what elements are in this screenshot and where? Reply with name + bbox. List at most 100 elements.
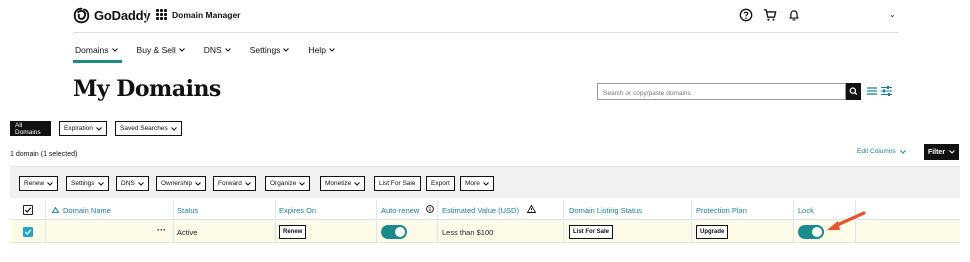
renew-action[interactable]: Renew — [19, 176, 59, 191]
export-action[interactable]: Export — [426, 176, 455, 191]
upgrade-button-label: Upgrade — [700, 229, 725, 235]
column-protection-plan[interactable]: Protection Plan — [696, 206, 747, 215]
expiration-filter[interactable]: Expiration — [59, 121, 107, 136]
column-lock[interactable]: Lock — [798, 206, 814, 215]
list-for-sale-button[interactable]: List For Sale — [569, 225, 614, 239]
column-divider — [563, 200, 564, 219]
chevron-down-icon — [329, 48, 335, 52]
godaddy-logo[interactable]: GoDaddy — [73, 7, 151, 24]
action-label: Settings — [71, 180, 95, 187]
chevron-down-icon — [244, 181, 251, 186]
chevron-down-icon — [178, 48, 185, 52]
help-icon[interactable] — [739, 8, 753, 22]
chevron-down-icon — [949, 150, 955, 154]
edit-columns-link[interactable]: Edit Columns — [857, 148, 906, 155]
apps-grid-icon[interactable] — [156, 9, 167, 20]
action-label: Renew — [24, 180, 45, 187]
column-divider — [275, 221, 276, 242]
app-title: Domain Manager — [172, 10, 241, 20]
check-icon — [24, 229, 32, 235]
bell-icon[interactable] — [787, 8, 801, 22]
chevron-down-icon — [97, 181, 104, 186]
column-divider — [173, 200, 174, 219]
select-all-checkbox[interactable] — [23, 205, 33, 215]
info-icon[interactable] — [426, 205, 434, 213]
nav-dns[interactable]: DNS — [204, 43, 231, 57]
filter-label: All Domains — [15, 121, 41, 136]
column-divider — [437, 221, 438, 242]
chevron-down-icon — [354, 181, 361, 186]
settings-sliders-icon[interactable] — [881, 86, 892, 96]
more-options-icon[interactable]: ··· — [157, 225, 166, 235]
column-divider — [45, 200, 46, 219]
nav-help[interactable]: Help — [308, 43, 335, 57]
chevron-down-icon — [96, 126, 102, 131]
nav-label: Domains — [75, 45, 109, 55]
column-divider — [376, 221, 377, 242]
action-label: Monetize — [325, 180, 352, 187]
action-label: More — [465, 180, 480, 187]
column-divider — [45, 221, 46, 242]
action-label: Organize — [270, 180, 297, 187]
dns-action[interactable]: DNS — [116, 176, 149, 191]
list-view-icon[interactable] — [867, 87, 877, 95]
column-divider — [437, 200, 438, 219]
estimated-value: Less than $100 — [442, 228, 494, 237]
list-for-sale-label: List For Sale — [573, 229, 610, 235]
nav-settings[interactable]: Settings — [250, 43, 290, 57]
header-divider — [73, 32, 898, 33]
filter-button[interactable]: Filter — [924, 144, 959, 160]
status-value: Active — [177, 228, 198, 237]
sort-icon[interactable] — [52, 207, 59, 213]
chevron-down-icon — [170, 126, 177, 131]
top-bar: GoDaddy Domain Manager ⌄ — [0, 0, 970, 32]
divider — [146, 9, 147, 22]
nav-label: Settings — [249, 45, 281, 55]
saved-searches-filter[interactable]: Saved Searches — [115, 121, 182, 136]
godaddy-logo-icon — [73, 7, 90, 24]
lock-toggle[interactable] — [798, 225, 824, 239]
nav-label: Help — [308, 45, 326, 55]
upgrade-button[interactable]: Upgrade — [696, 225, 729, 239]
organize-action[interactable]: Organize — [265, 176, 311, 191]
settings-action[interactable]: Settings — [66, 176, 109, 191]
chevron-down-icon — [111, 48, 118, 52]
forward-action[interactable]: Forward — [213, 176, 256, 191]
cart-icon[interactable] — [763, 8, 777, 22]
brand-name: GoDaddy — [94, 8, 151, 23]
more-action[interactable]: More — [460, 176, 494, 191]
action-label: Forward — [218, 180, 242, 187]
nav-label: Buy & Sell — [136, 45, 176, 55]
column-divider — [793, 221, 794, 242]
warning-icon[interactable] — [527, 205, 536, 213]
chevron-down-icon — [283, 48, 290, 52]
column-status[interactable]: Status — [177, 206, 198, 215]
column-estimated-value[interactable]: Estimated Value (USD) — [442, 206, 519, 215]
action-label: Ownership — [161, 180, 193, 187]
list-for-sale-action[interactable]: List For Sale — [374, 176, 421, 191]
column-auto-renew[interactable]: Auto-renew — [381, 206, 419, 215]
nav-label: DNS — [203, 45, 222, 55]
column-expires-on[interactable]: Expires On — [279, 206, 316, 215]
chevron-down-icon — [137, 181, 144, 186]
chevron-down-icon — [224, 48, 231, 52]
action-label: DNS — [121, 180, 135, 187]
all-domains-filter[interactable]: All Domains — [10, 121, 51, 136]
table-header: Domain Name Status Expires On Auto-renew… — [10, 200, 960, 220]
auto-renew-toggle[interactable] — [381, 225, 407, 239]
nav-domains[interactable]: Domains — [75, 43, 118, 57]
search-input[interactable] — [597, 83, 846, 100]
row-checkbox[interactable] — [23, 227, 33, 237]
nav-buy-sell[interactable]: Buy & Sell — [137, 43, 185, 57]
main-nav: Domains Buy & Sell DNS Settings Help — [75, 43, 354, 57]
account-chevron-down-icon[interactable]: ⌄ — [889, 10, 896, 19]
search-button[interactable] — [846, 83, 861, 100]
annotation-arrow-icon — [827, 211, 866, 230]
monetize-action[interactable]: Monetize — [320, 176, 366, 191]
ownership-action[interactable]: Ownership — [156, 176, 207, 191]
table-row: ··· Active Renew Less than $100 List For… — [10, 221, 960, 243]
renew-button[interactable]: Renew — [279, 225, 307, 239]
column-domain-name[interactable]: Domain Name — [63, 206, 111, 215]
bulk-action-bar: Renew Settings DNS Ownership Forward Org… — [10, 166, 960, 198]
column-listing-status[interactable]: Domain Listing Status — [569, 206, 642, 215]
